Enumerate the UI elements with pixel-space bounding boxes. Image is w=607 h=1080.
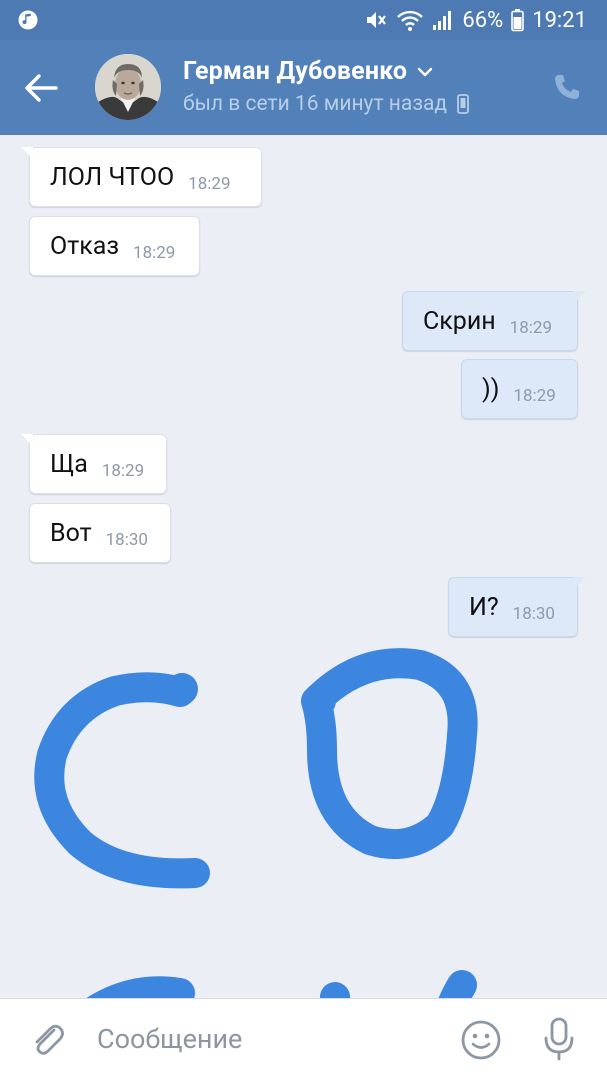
message-bubble-outgoing[interactable]: Скрин 18:29 bbox=[402, 291, 586, 351]
message-bubble-incoming[interactable]: Вот 18:30 bbox=[29, 503, 171, 563]
paperclip-icon[interactable] bbox=[28, 1021, 66, 1059]
music-note-icon bbox=[18, 10, 38, 30]
chat-header: Герман Дубовенко был в сети 16 минут наз… bbox=[0, 40, 607, 135]
message-time: 18:29 bbox=[188, 174, 231, 194]
message-bubble-incoming[interactable]: Ща 18:29 bbox=[21, 434, 167, 494]
message-text: Скрин bbox=[423, 306, 496, 336]
phone-icon[interactable] bbox=[552, 72, 582, 102]
message-text: Вот bbox=[50, 518, 92, 548]
back-arrow-icon[interactable] bbox=[22, 69, 60, 107]
avatar[interactable] bbox=[95, 54, 161, 120]
status-icons: 66% 19:21 bbox=[364, 7, 587, 33]
message-input[interactable] bbox=[85, 1013, 435, 1065]
message-bubble-outgoing[interactable]: И? 18:30 bbox=[448, 577, 586, 637]
message-time: 18:30 bbox=[512, 604, 555, 624]
message-time: 18:29 bbox=[509, 318, 553, 338]
message-text: Отказ bbox=[50, 231, 120, 261]
status-time: 19:21 bbox=[532, 7, 587, 33]
contact-status-row: был в сети 16 минут назад bbox=[183, 92, 469, 116]
mobile-device-icon bbox=[457, 94, 469, 114]
microphone-icon[interactable] bbox=[540, 1016, 578, 1062]
contact-status: был в сети 16 минут назад bbox=[183, 92, 448, 116]
battery-icon bbox=[511, 9, 525, 32]
message-bubble-incoming[interactable]: ЛОЛ ЧТОО 18:29 bbox=[21, 147, 262, 207]
message-time: 18:29 bbox=[101, 461, 145, 481]
message-bubble-outgoing[interactable]: )) 18:29 bbox=[461, 359, 578, 419]
emoji-icon[interactable] bbox=[460, 1019, 502, 1061]
chevron-down-icon bbox=[418, 67, 433, 76]
contact-name: Герман Дубовенко bbox=[183, 57, 408, 86]
mute-icon bbox=[367, 12, 387, 28]
wifi-icon bbox=[397, 10, 424, 31]
message-time: 18:29 bbox=[513, 386, 556, 406]
status-bar: 66% 19:21 bbox=[0, 0, 607, 40]
signal-icon bbox=[433, 11, 452, 30]
message-bubble-incoming[interactable]: Отказ 18:29 bbox=[29, 216, 200, 276]
message-text: ЛОЛ ЧТОО bbox=[50, 162, 175, 192]
message-list[interactable]: ЛОЛ ЧТОО 18:29 Отказ 18:29 Скрин 18:29 )… bbox=[0, 135, 607, 998]
message-time: 18:30 bbox=[105, 530, 148, 550]
message-composer bbox=[0, 998, 607, 1080]
avatar-portrait-icon bbox=[95, 54, 161, 120]
contact-name-dropdown[interactable]: Герман Дубовенко bbox=[183, 57, 433, 86]
message-text: И? bbox=[469, 592, 499, 622]
battery-percent: 66% bbox=[462, 7, 504, 33]
message-text: )) bbox=[482, 374, 500, 404]
message-text: Ща bbox=[50, 449, 88, 479]
message-time: 18:29 bbox=[133, 243, 176, 263]
